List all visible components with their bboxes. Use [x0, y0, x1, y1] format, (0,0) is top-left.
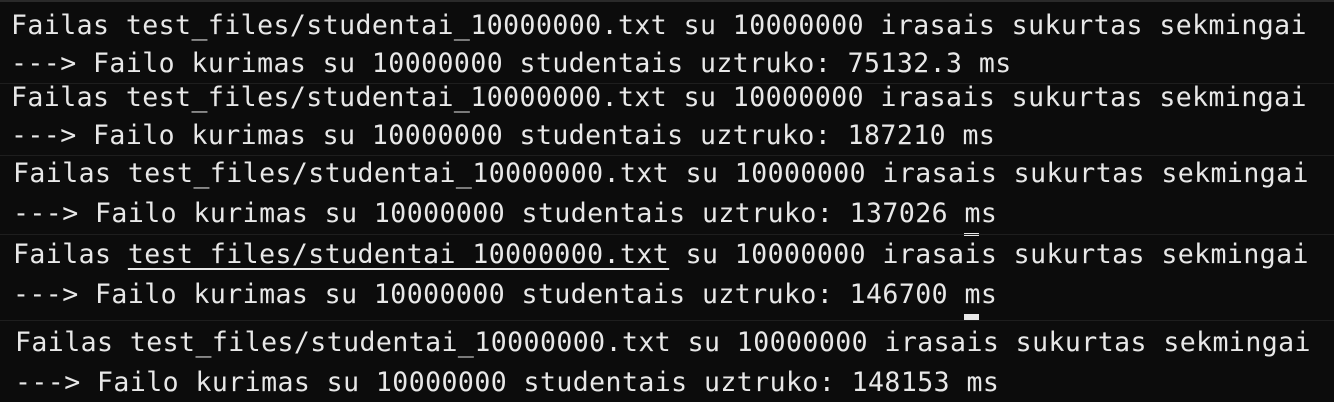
timing-line: ---> Failo kurimas su 10000000 studentai… [15, 368, 999, 398]
time-unit: ms [966, 367, 1000, 398]
line-suffix: su 10000000 irasais sukurtas sekmingai [667, 82, 1307, 113]
output-line: Failas test_files/studentai_10000000.txt… [11, 11, 1307, 41]
line-prefix: ---> Failo kurimas su 10000000 studentai… [11, 120, 963, 151]
output-line: Failas test_files/studentai_10000000.txt… [11, 83, 1307, 113]
line-prefix: Failas [13, 158, 128, 189]
file-path: test_files/studentai_10000000.txt [129, 327, 672, 358]
line-prefix: Failas [11, 10, 126, 41]
line-prefix: ---> Failo kurimas su 10000000 studentai… [15, 367, 967, 398]
timing-line: ---> Failo kurimas su 10000000 studentai… [13, 198, 997, 236]
terminal-window[interactable]: Failas test_files/studentai_10000000.txt… [0, 0, 1334, 402]
output-line: Failas test_files/studentai_10000000.txt… [13, 240, 1309, 270]
time-unit: ms [964, 280, 997, 321]
time-unit: ms [962, 120, 996, 151]
line-suffix: su 10000000 irasais sukurtas sekmingai [669, 158, 1309, 189]
file-path: test_files/studentai_10000000.txt [125, 82, 668, 113]
divider [0, 155, 1334, 156]
line-suffix: su 10000000 irasais sukurtas sekmingai [667, 10, 1307, 41]
divider [0, 234, 1334, 235]
line-prefix: ---> Failo kurimas su 10000000 studentai… [13, 198, 965, 229]
line-prefix: ---> Failo kurimas su 10000000 studentai… [11, 48, 979, 79]
line-suffix: su 10000000 irasais sukurtas sekmingai [671, 327, 1311, 358]
file-path-link[interactable]: test_files/studentai_10000000.txt [128, 239, 669, 270]
timing-line: ---> Failo kurimas su 10000000 studentai… [13, 279, 997, 321]
line-prefix: ---> Failo kurimas su 10000000 studentai… [13, 279, 965, 310]
file-path: test_files/studentai_10000000.txt [127, 158, 670, 189]
line-prefix: Failas [15, 327, 130, 358]
output-line: Failas test_files/studentai_10000000.txt… [13, 159, 1309, 189]
line-prefix: Failas [11, 82, 126, 113]
output-line: Failas test_files/studentai_10000000.txt… [15, 328, 1311, 358]
line-prefix: Failas [13, 239, 128, 270]
time-unit: ms [964, 199, 997, 236]
timing-line: ---> Failo kurimas su 10000000 studentai… [11, 121, 995, 151]
divider [0, 320, 1334, 321]
timing-line: ---> Failo kurimas su 10000000 studentai… [11, 49, 1012, 79]
time-unit: ms [978, 48, 1012, 79]
line-suffix: su 10000000 irasais sukurtas sekmingai [669, 239, 1309, 270]
file-path: test_files/studentai_10000000.txt [125, 10, 668, 41]
